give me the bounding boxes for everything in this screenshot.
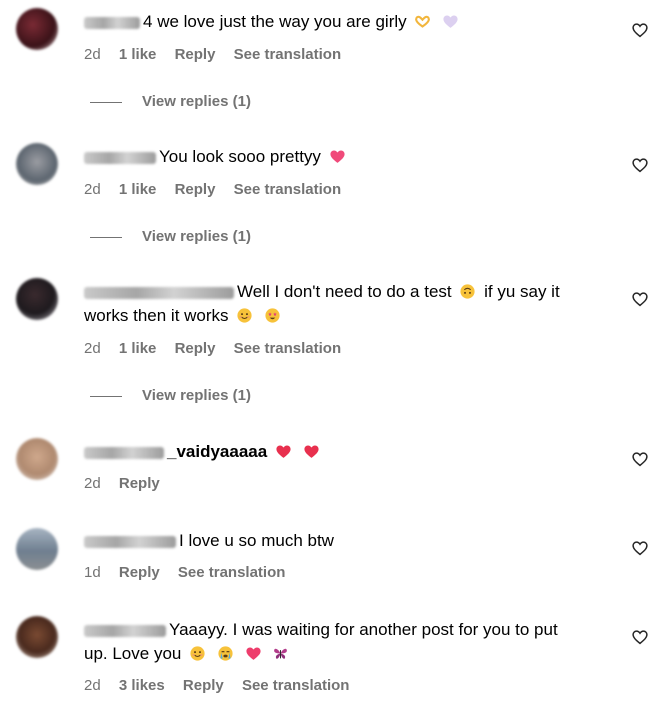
username-blurred[interactable] [84, 624, 166, 637]
see-translation-button[interactable]: See translation [234, 340, 342, 357]
replies-divider [90, 236, 122, 238]
smiling-face-emoji [235, 307, 254, 324]
username-blurred[interactable] [84, 446, 164, 459]
comment-body: You look sooo prettyy [159, 147, 321, 166]
pink-heart-emoji [328, 148, 347, 165]
comment-meta: 2d 3 likes Reply See translation [84, 677, 363, 695]
like-heart-icon[interactable] [630, 290, 650, 308]
comment-body: Yaaayy. I was waiting for another post f… [169, 620, 558, 639]
view-replies-button[interactable]: View replies (1) [90, 387, 251, 404]
comment-text: Well I don't need to do a test if yu say… [84, 282, 560, 325]
upside-down-face-emoji [458, 283, 477, 300]
heart-hands-emoji [413, 13, 432, 30]
like-heart-icon[interactable] [630, 539, 650, 557]
comment-meta: 2d 1 like Reply See translation [84, 46, 355, 64]
view-replies-button[interactable]: View replies (1) [90, 228, 251, 245]
comment-text: You look sooo prettyy [84, 145, 609, 169]
replies-divider [90, 395, 122, 397]
see-translation-button[interactable]: See translation [234, 181, 342, 198]
avatar[interactable] [16, 8, 58, 50]
reply-button[interactable]: Reply [175, 340, 216, 357]
avatar[interactable] [16, 528, 58, 570]
comment-body: we love just the way you are girly [157, 12, 407, 31]
username-blurred[interactable] [84, 151, 156, 164]
like-heart-icon[interactable] [630, 450, 650, 468]
star-struck-emoji [263, 307, 282, 324]
like-heart-icon[interactable] [630, 21, 650, 39]
see-translation-button[interactable]: See translation [178, 564, 286, 581]
username-blurred[interactable] [84, 16, 140, 29]
timestamp[interactable]: 2d [84, 677, 101, 694]
view-replies-button[interactable]: View replies (1) [90, 93, 251, 110]
reply-button[interactable]: Reply [119, 475, 160, 492]
likes-count[interactable]: 3 likes [119, 677, 165, 694]
comment-body: I love u so much btw [179, 531, 334, 550]
red-heart-emoji [274, 443, 293, 460]
avatar[interactable] [16, 616, 58, 658]
like-heart-icon[interactable] [630, 156, 650, 174]
smiling-face-emoji [188, 645, 207, 662]
username-suffix[interactable]: _vaidyaaaaa [167, 442, 267, 461]
comment-text: I love u so much btw [84, 529, 609, 553]
comment-text: Yaaayy. I was waiting for another post f… [84, 620, 558, 663]
reply-button[interactable]: Reply [183, 677, 224, 694]
comment-body: Well I don't need to do a test [237, 282, 452, 301]
avatar[interactable] [16, 278, 58, 320]
timestamp[interactable]: 2d [84, 340, 101, 357]
timestamp[interactable]: 2d [84, 475, 101, 492]
likes-count[interactable]: 1 like [119, 181, 157, 198]
replies-divider [90, 101, 122, 103]
reply-button[interactable]: Reply [175, 46, 216, 63]
butterfly-emoji [271, 645, 290, 662]
comment-meta: 1d Reply See translation [84, 564, 299, 582]
crying-face-emoji [216, 645, 235, 662]
timestamp[interactable]: 2d [84, 181, 101, 198]
avatar[interactable] [16, 438, 58, 480]
heart-with-sparkle-emoji [244, 645, 263, 662]
like-heart-icon[interactable] [630, 628, 650, 646]
comment-text: _vaidyaaaaa [84, 440, 609, 464]
white-heart-emoji [441, 13, 460, 30]
comment-meta: 2d Reply [84, 475, 174, 493]
username-blurred[interactable] [84, 535, 176, 548]
likes-count[interactable]: 1 like [119, 46, 157, 63]
likes-count[interactable]: 1 like [119, 340, 157, 357]
see-translation-button[interactable]: See translation [234, 46, 342, 63]
comment-meta: 2d 1 like Reply See translation [84, 340, 355, 358]
avatar[interactable] [16, 143, 58, 185]
reply-button[interactable]: Reply [175, 181, 216, 198]
red-heart-emoji [302, 443, 321, 460]
comment-meta: 2d 1 like Reply See translation [84, 181, 355, 199]
username-blurred[interactable] [84, 286, 234, 299]
reply-button[interactable]: Reply [119, 564, 160, 581]
timestamp[interactable]: 2d [84, 46, 101, 63]
comment-text: 4 we love just the way you are girly [84, 10, 609, 34]
timestamp[interactable]: 1d [84, 564, 101, 581]
see-translation-button[interactable]: See translation [242, 677, 350, 694]
